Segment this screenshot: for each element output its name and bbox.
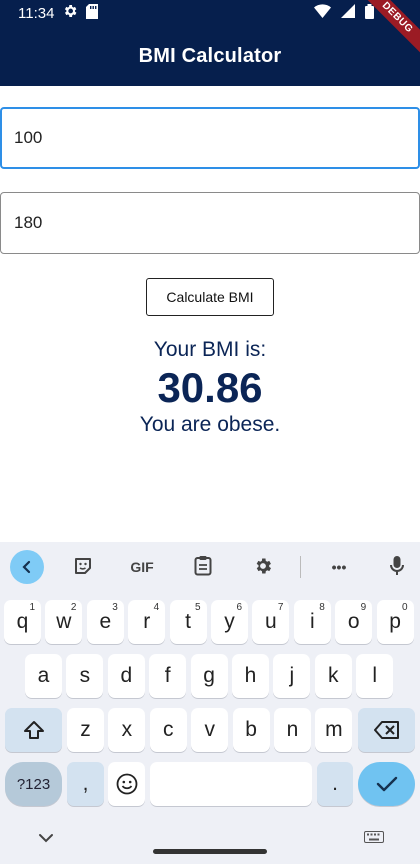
key-hint-number: 5 <box>195 602 201 613</box>
keyboard-toolbar: GIF ••• <box>0 542 420 592</box>
sd-card-icon <box>86 3 99 23</box>
key-k[interactable]: k <box>314 654 352 698</box>
key-hint-number: 6 <box>236 602 242 613</box>
key-n[interactable]: n <box>274 708 311 752</box>
key-y[interactable]: y6 <box>211 600 248 644</box>
key-s[interactable]: s <box>66 654 104 698</box>
gear-icon <box>253 556 273 579</box>
height-field[interactable] <box>0 192 420 254</box>
shift-key[interactable] <box>5 708 62 752</box>
key-v[interactable]: v <box>191 708 229 752</box>
key-h[interactable]: h <box>232 654 269 698</box>
app-bar: BMI Calculator <box>0 26 420 86</box>
key-q[interactable]: q1 <box>4 600 41 644</box>
key-x[interactable]: x <box>108 708 146 752</box>
key-e[interactable]: e3 <box>86 600 124 644</box>
clipboard-button[interactable] <box>186 542 220 592</box>
battery-icon <box>365 3 374 23</box>
key-d[interactable]: d <box>107 654 145 698</box>
app-title: BMI Calculator <box>138 44 282 67</box>
keyboard-switch-icon[interactable] <box>364 830 384 848</box>
keyboard-settings-button[interactable] <box>246 542 280 592</box>
key-f[interactable]: f <box>149 654 187 698</box>
key-hint-number: 2 <box>70 602 77 613</box>
gif-button[interactable]: GIF <box>124 542 160 592</box>
key-l[interactable]: l <box>356 654 394 698</box>
sticker-button[interactable] <box>66 542 100 592</box>
system-nav-bar <box>0 814 420 864</box>
key-hint-number: 9 <box>360 602 367 613</box>
key-p[interactable]: p0 <box>376 600 414 644</box>
key-r[interactable]: r4 <box>128 600 166 644</box>
key-b[interactable]: b <box>232 708 270 752</box>
key-m[interactable]: m <box>315 708 353 752</box>
bmi-value: 30.86 <box>157 364 263 411</box>
chevron-left-icon <box>10 550 44 584</box>
comma-key[interactable]: , <box>67 762 104 806</box>
key-hint-number: 7 <box>277 602 284 613</box>
key-a[interactable]: a <box>25 654 62 698</box>
key-t[interactable]: t5 <box>169 600 207 644</box>
clipboard-icon <box>194 555 212 579</box>
sticker-icon <box>73 556 93 579</box>
more-options-button[interactable]: ••• <box>322 542 356 592</box>
key-j[interactable]: j <box>273 654 311 698</box>
key-o[interactable]: o9 <box>335 600 373 644</box>
backspace-icon <box>373 721 400 739</box>
emoji-key[interactable] <box>108 762 145 806</box>
key-z[interactable]: z <box>67 708 104 752</box>
key-g[interactable]: g <box>190 654 228 698</box>
keyboard-back-button[interactable] <box>10 542 44 592</box>
weight-input[interactable] <box>14 128 418 148</box>
bmi-category: You are obese. <box>139 413 281 436</box>
signal-icon <box>341 4 355 22</box>
key-hint-number: 8 <box>319 602 325 613</box>
symbols-key[interactable]: ?123 <box>5 762 62 806</box>
settings-gear-status-icon <box>62 3 78 23</box>
status-bar: 11:34 <box>0 0 420 26</box>
toolbar-divider <box>300 556 301 578</box>
checkmark-icon <box>376 775 398 793</box>
key-hint-number: 4 <box>153 602 160 613</box>
calculate-bmi-button[interactable]: Calculate BMI <box>146 278 274 316</box>
key-c[interactable]: c <box>149 708 187 752</box>
voice-input-button[interactable] <box>382 542 412 592</box>
key-hint-number: 0 <box>402 602 408 613</box>
weight-field[interactable] <box>0 107 420 169</box>
bmi-heading: Your BMI is: <box>153 338 267 361</box>
height-input[interactable] <box>14 213 419 233</box>
space-key[interactable] <box>150 762 312 806</box>
key-u[interactable]: u7 <box>252 600 290 644</box>
key-hint-number: 1 <box>29 602 35 613</box>
status-time: 11:34 <box>18 4 55 22</box>
home-gesture-pill[interactable] <box>153 849 267 854</box>
key-hint-number: 3 <box>112 602 118 613</box>
wifi-icon <box>314 4 331 22</box>
hide-keyboard-button[interactable] <box>38 830 54 848</box>
key-w[interactable]: w2 <box>45 600 83 644</box>
smiley-icon <box>116 773 138 795</box>
period-key[interactable]: . <box>317 762 353 806</box>
microphone-icon <box>390 555 404 580</box>
done-key[interactable] <box>358 762 415 806</box>
key-i[interactable]: i8 <box>293 600 331 644</box>
backspace-key[interactable] <box>358 708 415 752</box>
shift-icon <box>23 720 45 740</box>
